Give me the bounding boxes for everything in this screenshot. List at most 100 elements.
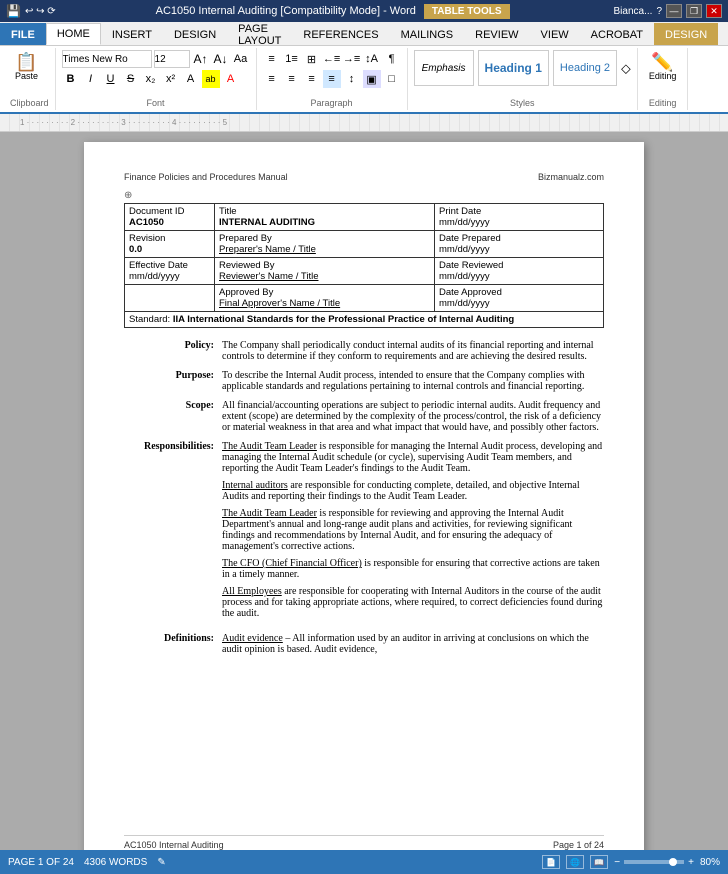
font-label: Font	[62, 96, 250, 108]
multi-level-btn[interactable]: ⊞	[303, 50, 321, 68]
align-left-btn[interactable]: ≡	[263, 70, 281, 88]
close-btn[interactable]: ✕	[706, 4, 722, 18]
definitions-label: Definitions:	[124, 633, 214, 655]
sort-btn[interactable]: ↕A	[363, 50, 381, 68]
editing-label: Editing	[649, 71, 677, 81]
ribbon-styles-group: Emphasis Heading 1 Heading 2 ⬦ Styles	[408, 48, 638, 110]
numbering-btn[interactable]: 1≡	[283, 50, 301, 68]
strikethrough-btn[interactable]: S	[122, 70, 140, 88]
styles-more-btn[interactable]: ⬦	[621, 60, 631, 77]
tab-table-design[interactable]: DESIGN	[654, 23, 718, 45]
reviewed-by-cell: Reviewed By Reviewer's Name / Title	[215, 258, 435, 285]
purpose-section: Purpose: To describe the Internal Audit …	[124, 370, 604, 392]
table-add-row[interactable]: ⊕	[124, 190, 604, 201]
purpose-label: Purpose:	[124, 370, 214, 392]
ribbon-paragraph-group: ≡ 1≡ ⊞ ←≡ →≡ ↕A ¶ ≡ ≡ ≡ ≡ ↕ ▣ □ Paragrap…	[257, 48, 408, 110]
change-case-btn[interactable]: Aa	[232, 50, 250, 68]
document-info-table: Document ID AC1050 Title INTERNAL AUDITI…	[124, 203, 604, 328]
paste-icon: 📋	[15, 53, 37, 71]
tab-acrobat[interactable]: ACROBAT	[580, 23, 654, 45]
shading-btn[interactable]: ▣	[363, 70, 381, 88]
align-center-btn[interactable]: ≡	[283, 70, 301, 88]
tab-review[interactable]: REVIEW	[464, 23, 529, 45]
status-bar: PAGE 1 OF 24 4306 WORDS ✎ 📄 🌐 📖 − + 80%	[0, 850, 728, 874]
zoom-minus-btn[interactable]: −	[614, 857, 620, 868]
text-effect-btn[interactable]: A	[182, 70, 200, 88]
revision-cell: Revision 0.0	[125, 231, 215, 258]
title-bar-left: 💾 ↩ ↪ ⟳	[6, 4, 56, 18]
editing-icon: ✏️	[651, 53, 673, 71]
document-title: AC1050 Internal Auditing [Compatibility …	[156, 5, 416, 17]
effective-date-cell: Effective Date mm/dd/yyyy	[125, 258, 215, 285]
style-heading2-btn[interactable]: Heading 2	[553, 50, 617, 86]
bullets-btn[interactable]: ≡	[263, 50, 281, 68]
editing-btn[interactable]: ✏️ Editing	[644, 50, 682, 84]
show-para-btn[interactable]: ¶	[383, 50, 401, 68]
definitions-text: Audit evidence – All information used by…	[222, 633, 604, 655]
italic-btn[interactable]: I	[82, 70, 100, 88]
superscript-btn[interactable]: x²	[162, 70, 180, 88]
tab-view[interactable]: VIEW	[530, 23, 580, 45]
date-reviewed-cell: Date Reviewed mm/dd/yyyy	[435, 258, 604, 285]
page-view-print[interactable]: 📄	[542, 855, 560, 869]
border-btn[interactable]: □	[383, 70, 401, 88]
standard-row: Standard: IIA International Standards fo…	[125, 312, 604, 328]
underline-btn[interactable]: U	[102, 70, 120, 88]
bold-btn[interactable]: B	[62, 70, 80, 88]
responsibilities-text: The Audit Team Leader is responsible for…	[222, 441, 604, 625]
align-right-btn[interactable]: ≡	[303, 70, 321, 88]
increase-indent-btn[interactable]: →≡	[343, 50, 361, 68]
title-bar-center: AC1050 Internal Auditing [Compatibility …	[56, 4, 614, 19]
justify-btn[interactable]: ≡	[323, 70, 341, 88]
paragraph-label: Paragraph	[263, 96, 401, 108]
clipboard-label: Clipboard	[10, 96, 49, 108]
track-changes-icon: ✎	[157, 857, 165, 868]
minimize-btn[interactable]: —	[666, 4, 682, 18]
tab-mailings[interactable]: MAILINGS	[390, 23, 465, 45]
text-highlight-btn[interactable]: ab	[202, 70, 220, 88]
font-shrink-btn[interactable]: A↓	[212, 50, 230, 68]
zoom-thumb	[669, 858, 677, 866]
page-info: PAGE 1 OF 24	[8, 857, 74, 868]
tab-layout[interactable]: LAYOUT	[718, 23, 728, 45]
definitions-section: Definitions: Audit evidence – All inform…	[124, 633, 604, 655]
responsibilities-label: Responsibilities:	[124, 441, 214, 625]
doc-id-label-cell: Document ID AC1050	[125, 204, 215, 231]
page-footer: AC1050 Internal Auditing Page 1 of 24	[124, 835, 604, 850]
page-view-web[interactable]: 🌐	[566, 855, 584, 869]
font-name-input[interactable]	[62, 50, 152, 68]
title-cell: Title INTERNAL AUDITING	[215, 204, 435, 231]
quick-access: ↩ ↪ ⟳	[25, 6, 56, 17]
style-emphasis-btn[interactable]: Emphasis	[414, 50, 474, 86]
tab-references[interactable]: REFERENCES	[292, 23, 389, 45]
page-view-read[interactable]: 📖	[590, 855, 608, 869]
zoom-plus-btn[interactable]: +	[688, 857, 694, 868]
word-icon: 💾	[6, 4, 21, 18]
policy-text: The Company shall periodically conduct i…	[222, 340, 604, 362]
help-btn[interactable]: ?	[656, 6, 662, 17]
user-name: Bianca...	[614, 6, 653, 17]
tab-home[interactable]: HOME	[46, 23, 101, 45]
font-size-input[interactable]	[154, 50, 190, 68]
purpose-text: To describe the Internal Audit process, …	[222, 370, 604, 392]
ribbon-tabs: FILE HOME INSERT DESIGN PAGE LAYOUT REFE…	[0, 22, 728, 46]
font-color-btn[interactable]: A	[222, 70, 240, 88]
standard-cell: Standard: IIA International Standards fo…	[125, 312, 604, 328]
date-approved-cell: Date Approved mm/dd/yyyy	[435, 285, 604, 312]
tab-insert[interactable]: INSERT	[101, 23, 163, 45]
scope-text: All financial/accounting operations are …	[222, 400, 604, 433]
subscript-btn[interactable]: x₂	[142, 70, 160, 88]
decrease-indent-btn[interactable]: ←≡	[323, 50, 341, 68]
tab-page-layout[interactable]: PAGE LAYOUT	[227, 23, 292, 45]
restore-btn[interactable]: ❐	[686, 4, 702, 18]
line-spacing-btn[interactable]: ↕	[343, 70, 361, 88]
zoom-slider[interactable]	[624, 860, 684, 864]
paste-btn[interactable]: 📋 Paste	[10, 50, 43, 84]
tab-file[interactable]: FILE	[0, 23, 46, 45]
prepared-by-cell: Prepared By Preparer's Name / Title	[215, 231, 435, 258]
font-grow-btn[interactable]: A↑	[192, 50, 210, 68]
tab-design[interactable]: DESIGN	[163, 23, 227, 45]
zoom-bar: − +	[614, 857, 694, 868]
empty-cell	[125, 285, 215, 312]
style-heading1-btn[interactable]: Heading 1	[478, 50, 549, 86]
